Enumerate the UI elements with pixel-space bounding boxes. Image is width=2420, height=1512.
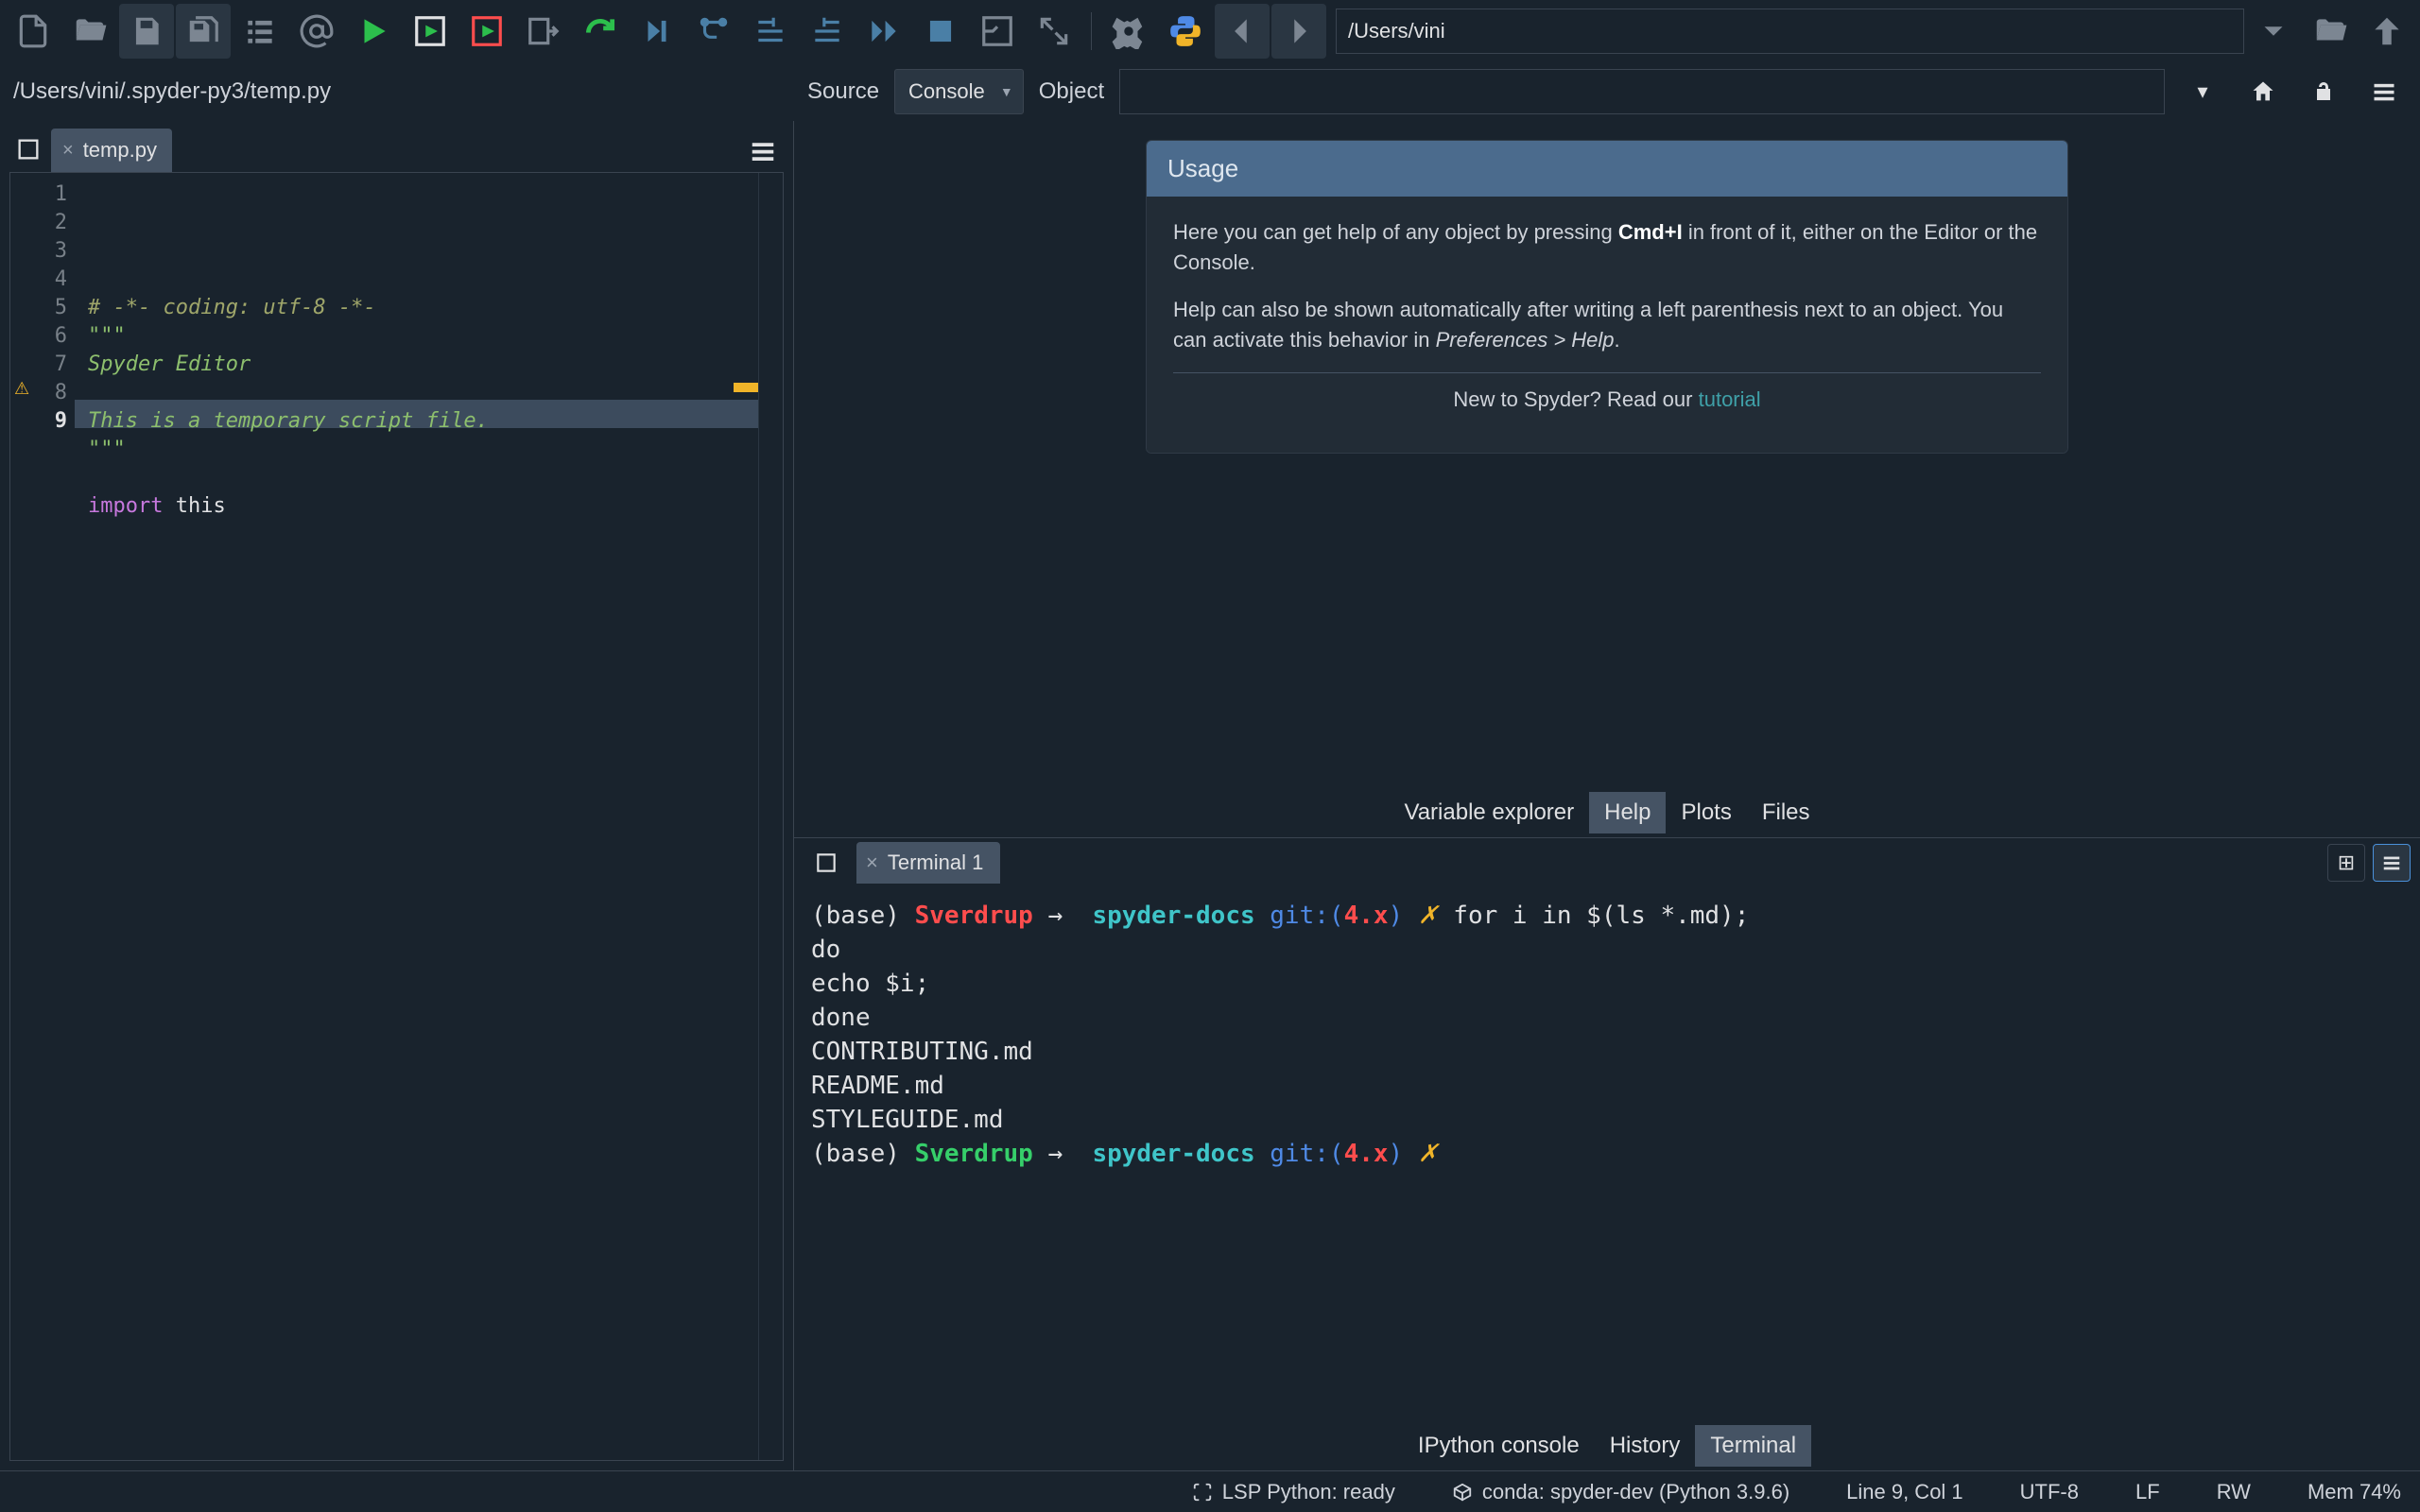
status-rw[interactable]: RW <box>2217 1480 2251 1504</box>
editor-scrollbar[interactable] <box>758 173 783 1460</box>
debug-step-out-button[interactable] <box>800 4 855 59</box>
status-lsp[interactable]: LSP Python: ready <box>1192 1480 1395 1504</box>
python-path-button[interactable] <box>1158 4 1213 59</box>
object-dropdown-button[interactable]: ▾ <box>2180 69 2225 114</box>
new-terminal-button[interactable]: ⊞ <box>2327 844 2365 882</box>
status-conda[interactable]: conda: spyder-dev (Python 3.9.6) <box>1452 1480 1789 1504</box>
help-menu-icon[interactable] <box>2361 69 2407 114</box>
terminal-menu-icon[interactable] <box>2373 844 2411 882</box>
close-terminal-icon[interactable]: × <box>866 850 878 875</box>
preferences-button[interactable] <box>1101 4 1156 59</box>
help-box-title: Usage <box>1147 141 2067 197</box>
chevron-down-icon: ▼ <box>1000 84 1013 99</box>
browse-tabs-icon[interactable] <box>6 127 51 172</box>
tab-files[interactable]: Files <box>1747 792 1825 833</box>
save-button[interactable] <box>119 4 174 59</box>
main-area: × temp.py ⚠ 1 2 3 4 5 6 7 8 9 <box>0 121 2420 1470</box>
tab-plots[interactable]: Plots <box>1666 792 1746 833</box>
forward-button[interactable] <box>1271 4 1326 59</box>
terminal-tab-label: Terminal 1 <box>888 850 983 875</box>
editor-menu-icon[interactable] <box>742 130 784 172</box>
code-area[interactable]: # -*- coding: utf-8 -*- """ Spyder Edito… <box>75 173 758 1460</box>
help-source-bar: Source Console ▼ Object ▾ <box>794 62 2420 121</box>
debug-button[interactable] <box>630 4 684 59</box>
help-usage-box: Usage Here you can get help of any objec… <box>1146 140 2068 454</box>
bottom-tabs: IPython console History Terminal <box>794 1421 2420 1470</box>
source-label: Source <box>807 78 879 105</box>
editor-body[interactable]: ⚠ 1 2 3 4 5 6 7 8 9 # -*- coding: utf-8 … <box>9 172 784 1461</box>
help-box-body: Here you can get help of any object by p… <box>1147 197 2067 453</box>
source-value: Console <box>908 79 985 104</box>
debug-continue-button[interactable] <box>856 4 911 59</box>
browse-dir-button[interactable] <box>2303 4 2358 59</box>
run-selection-button[interactable] <box>516 4 571 59</box>
toolbar-separator <box>1091 12 1092 50</box>
home-icon[interactable] <box>2240 69 2286 114</box>
status-linecol[interactable]: Line 9, Col 1 <box>1846 1480 1963 1504</box>
tab-label: temp.py <box>83 138 157 163</box>
list-button[interactable] <box>233 4 287 59</box>
editor-tab-temp[interactable]: × temp.py <box>51 129 172 172</box>
open-file-button[interactable] <box>62 4 117 59</box>
at-button[interactable] <box>289 4 344 59</box>
maximize-button[interactable] <box>1027 4 1081 59</box>
status-encoding[interactable]: UTF-8 <box>2020 1480 2079 1504</box>
tab-history[interactable]: History <box>1595 1425 1696 1467</box>
workdir-dropdown-button[interactable] <box>2246 4 2301 59</box>
status-mem[interactable]: Mem 74% <box>2308 1480 2401 1504</box>
editor-pane: × temp.py ⚠ 1 2 3 4 5 6 7 8 9 <box>0 121 794 1470</box>
debug-step-in-button[interactable] <box>743 4 798 59</box>
right-tabs: Variable explorer Help Plots Files <box>794 788 2420 837</box>
run-cell-advance-button[interactable] <box>459 4 514 59</box>
right-pane: Usage Here you can get help of any objec… <box>794 121 2420 1470</box>
run-button[interactable] <box>346 4 401 59</box>
editor-path: /Users/vini/.spyder-py3/temp.py <box>0 62 794 121</box>
lock-icon[interactable] <box>2301 69 2346 114</box>
object-label: Object <box>1039 78 1104 105</box>
rerun-button[interactable] <box>573 4 628 59</box>
secondary-bar: /Users/vini/.spyder-py3/temp.py Source C… <box>0 62 2420 121</box>
tutorial-link[interactable]: tutorial <box>1699 387 1761 411</box>
run-cell-button[interactable] <box>403 4 458 59</box>
goto-cursor-button[interactable] <box>970 4 1025 59</box>
tab-help[interactable]: Help <box>1589 792 1666 833</box>
main-toolbar <box>0 0 2420 62</box>
warning-icon: ⚠ <box>14 379 29 399</box>
tab-ipython[interactable]: IPython console <box>1403 1425 1595 1467</box>
editor-tab-bar: × temp.py <box>0 121 793 172</box>
tab-variable-explorer[interactable]: Variable explorer <box>1389 792 1589 833</box>
browse-terminals-icon[interactable] <box>804 840 849 885</box>
object-input[interactable] <box>1119 69 2165 114</box>
status-bar: LSP Python: ready conda: spyder-dev (Pyt… <box>0 1470 2420 1512</box>
terminal-pane: × Terminal 1 ⊞ (base) Sverdrup → spyder-… <box>794 837 2420 1470</box>
line-numbers: 1 2 3 4 5 6 7 8 9 <box>37 173 75 1460</box>
terminal-tab-1[interactable]: × Terminal 1 <box>856 842 1000 884</box>
save-all-button[interactable] <box>176 4 231 59</box>
close-tab-icon[interactable]: × <box>62 140 74 162</box>
debug-stop-button[interactable] <box>913 4 968 59</box>
terminal-tab-bar: × Terminal 1 ⊞ <box>794 838 2420 887</box>
tab-terminal[interactable]: Terminal <box>1695 1425 1811 1467</box>
terminal-body[interactable]: (base) Sverdrup → spyder-docs git:(4.x) … <box>794 887 2420 1421</box>
back-button[interactable] <box>1215 4 1270 59</box>
parent-dir-button[interactable] <box>2360 4 2414 59</box>
new-file-button[interactable] <box>6 4 60 59</box>
warning-gutter: ⚠ <box>10 173 37 1460</box>
source-combo[interactable]: Console ▼ <box>894 69 1024 114</box>
workdir-input[interactable] <box>1336 9 2244 54</box>
status-eol[interactable]: LF <box>2135 1480 2160 1504</box>
help-pane: Usage Here you can get help of any objec… <box>794 121 2420 788</box>
debug-step-button[interactable] <box>686 4 741 59</box>
